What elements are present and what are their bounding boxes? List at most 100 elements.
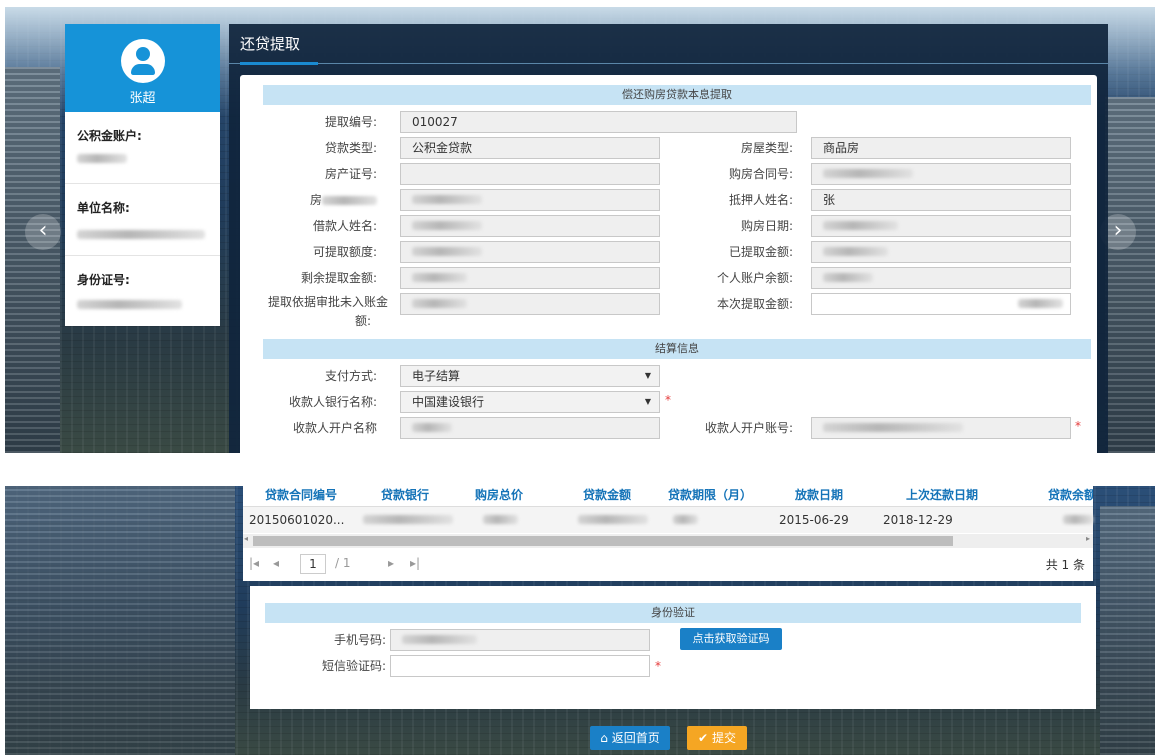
title-underline: [240, 62, 318, 65]
form-row: 提取编号: 010027: [263, 111, 1091, 137]
last-repay-cell: 2018-12-29: [883, 513, 953, 527]
form-row: 提取依据审批未入账金 额: 本次提取金额:: [263, 293, 1091, 339]
home-icon: ⌂: [600, 731, 608, 745]
top-panel: ‹ › 张超 公积金账户: 单位名称: 身份证号: 还贷提取 偿还购房贷款本息提…: [5, 7, 1155, 453]
first-page-icon[interactable]: |◂: [249, 556, 259, 570]
house-owner-label: 房: [263, 189, 377, 211]
chevron-right-icon: ›: [1113, 218, 1123, 243]
id-label: 身份证号:: [77, 273, 130, 287]
unit-value: [77, 230, 205, 239]
payee-name-field[interactable]: [400, 417, 660, 439]
account-section: 公积金账户:: [65, 112, 220, 184]
phone-field[interactable]: [390, 629, 650, 651]
house-type-field[interactable]: 商品房: [811, 137, 1071, 159]
remaining-field[interactable]: [400, 267, 660, 289]
loan-type-label: 贷款类型:: [324, 141, 377, 155]
amount-cell: [578, 513, 648, 527]
form-row: 借款人姓名: 购房日期:: [263, 215, 1091, 241]
user-header: 张超: [65, 24, 220, 112]
house-owner-field[interactable]: [400, 189, 660, 211]
pay-method-label: 支付方式:: [324, 369, 377, 383]
mortgagor-label: 抵押人姓名:: [728, 193, 793, 207]
account-value: [77, 154, 127, 163]
form-row: 剩余提取金额: 个人账户余额:: [263, 267, 1091, 293]
form-row: 短信验证码: *: [265, 655, 1081, 681]
page-title: 还贷提取: [240, 35, 301, 53]
pay-method-select[interactable]: 电子结算 ▼: [400, 365, 660, 387]
borrower-field[interactable]: [400, 215, 660, 237]
price-cell: [483, 513, 518, 527]
balance-field[interactable]: [811, 267, 1071, 289]
horizontal-scrollbar[interactable]: ◂ ▸: [243, 534, 1093, 548]
carousel-prev-button[interactable]: ‹: [25, 214, 61, 250]
check-icon: ✔: [698, 731, 709, 745]
pending-label: 提取依据审批未入账金 额:: [267, 295, 388, 328]
submit-button[interactable]: ✔ 提交: [687, 726, 747, 750]
purchase-date-field[interactable]: [811, 215, 1071, 237]
property-cert-label: 房产证号:: [324, 167, 377, 181]
form-row: 支付方式: 电子结算 ▼: [263, 365, 1091, 391]
scroll-right-icon[interactable]: ▸: [1086, 534, 1090, 543]
col-header: 贷款合同编号: [265, 488, 338, 502]
bottom-panel: 贷款合同编号 贷款银行 购房总价 贷款金额 贷款期限（月） 放款日期 上次还款日…: [5, 486, 1155, 755]
withdrawn-field[interactable]: [811, 241, 1071, 263]
table-row[interactable]: 20150601020... 2015-06-29 2018-12-29: [243, 506, 1093, 533]
account-label: 公积金账户:: [77, 129, 142, 143]
house-type-label: 房屋类型:: [740, 141, 793, 155]
col-header: 上次还款日期: [906, 488, 979, 502]
col-header: 放款日期: [795, 488, 844, 502]
bank-label: 收款人银行名称:: [288, 395, 377, 409]
withdraw-form: 偿还购房贷款本息提取 提取编号: 010027 贷款类型: 公积金贷款 房屋类型…: [240, 75, 1097, 453]
phone-label: 手机号码:: [333, 633, 386, 647]
next-page-icon[interactable]: ▸: [388, 556, 394, 570]
form-row: 收款人银行名称: 中国建设银行 ▼ *: [263, 391, 1091, 417]
user-name: 张超: [129, 91, 156, 106]
bank-cell: [363, 513, 453, 527]
form-row: 可提取额度: 已提取金额:: [263, 241, 1091, 267]
col-header: 贷款金额: [583, 488, 632, 502]
sms-label: 短信验证码:: [321, 659, 386, 673]
building-decoration: [5, 486, 235, 755]
loan-table: 贷款合同编号 贷款银行 购房总价 贷款金额 贷款期限（月） 放款日期 上次还款日…: [243, 486, 1093, 581]
col-header: 贷款期限（月）: [668, 488, 753, 502]
purchase-date-label: 购房日期:: [740, 219, 793, 233]
term-cell: [673, 513, 698, 527]
col-header: 贷款银行: [381, 488, 430, 502]
main-panel: 还贷提取 偿还购房贷款本息提取 提取编号: 010027 贷款类型: 公积金贷款…: [229, 24, 1108, 453]
sms-code-input[interactable]: [390, 655, 650, 677]
home-button[interactable]: ⌂ 返回首页: [590, 726, 670, 750]
prev-page-icon[interactable]: ◂: [273, 556, 279, 570]
payee-account-field[interactable]: [811, 417, 1071, 439]
building-decoration: [1100, 506, 1155, 755]
contract-no-label: 购房合同号:: [728, 167, 793, 181]
withdrawn-label: 已提取金额:: [728, 245, 793, 259]
section-header-settlement: 结算信息: [263, 339, 1091, 359]
building-decoration: [1105, 97, 1155, 453]
contract-no-field[interactable]: [811, 163, 1071, 185]
section-header-verify: 身份验证: [265, 603, 1081, 623]
contract-cell: 20150601020...: [249, 513, 345, 527]
unit-section: 单位名称:: [65, 184, 220, 256]
current-amount-input[interactable]: [811, 293, 1071, 315]
available-field[interactable]: [400, 241, 660, 263]
property-cert-field[interactable]: [400, 163, 660, 185]
total-pages: / 1: [335, 556, 351, 570]
required-mark: *: [1075, 419, 1081, 433]
bank-select[interactable]: 中国建设银行 ▼: [400, 391, 660, 413]
dropdown-caret-icon: ▼: [644, 371, 651, 380]
withdraw-no-field[interactable]: 010027: [400, 111, 797, 133]
payee-account-label: 收款人开户账号:: [704, 421, 793, 435]
mortgagor-field[interactable]: 张: [811, 189, 1071, 211]
record-count: 共 1 条: [1045, 558, 1085, 572]
scrollbar-thumb[interactable]: [253, 536, 953, 546]
page-input[interactable]: 1: [300, 554, 326, 574]
last-page-icon[interactable]: ▸|: [410, 556, 420, 570]
id-section: 身份证号:: [65, 256, 220, 328]
loan-type-field[interactable]: 公积金贷款: [400, 137, 660, 159]
form-row: 手机号码: 点击获取验证码: [265, 628, 1081, 655]
col-header: 购房总价: [475, 488, 524, 502]
get-code-button[interactable]: 点击获取验证码: [680, 628, 782, 650]
dropdown-caret-icon: ▼: [644, 397, 651, 406]
pending-field[interactable]: [400, 293, 660, 315]
scroll-left-icon[interactable]: ◂: [244, 534, 248, 543]
